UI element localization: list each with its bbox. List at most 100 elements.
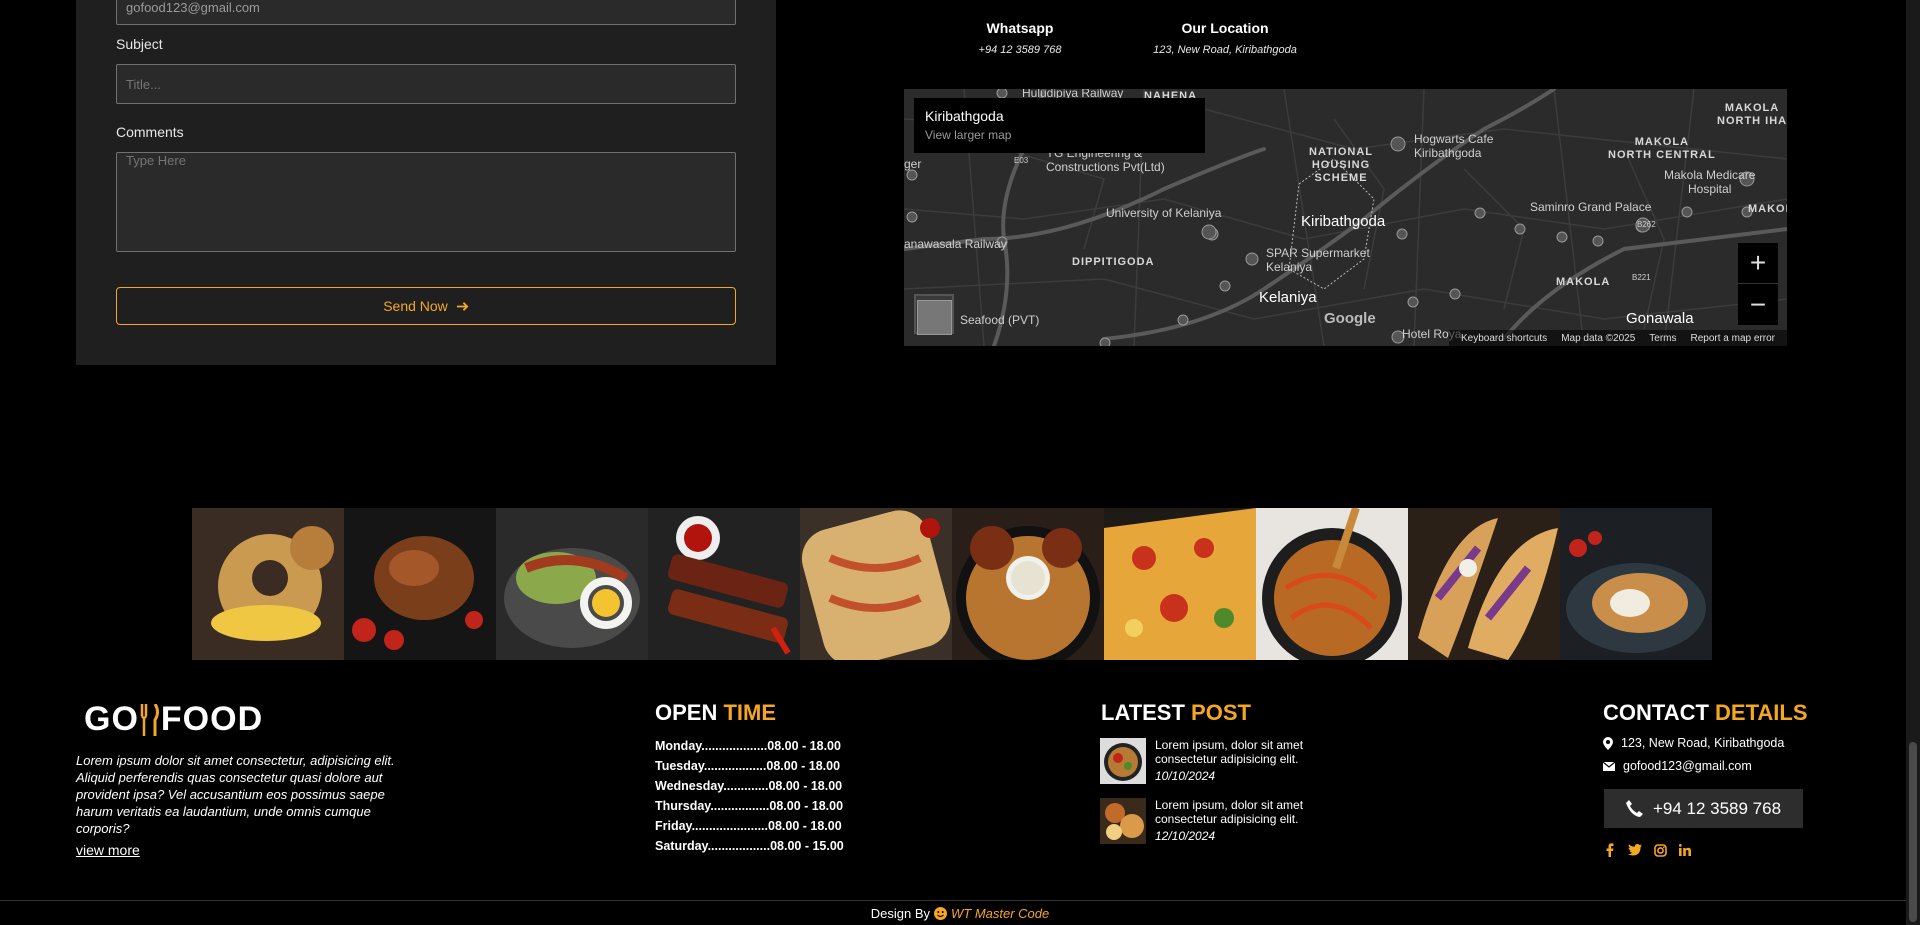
open-time-word1: OPEN [655,700,718,725]
map-label-kiribathgoda: Kiribathgoda [1301,213,1386,230]
embedded-map[interactable]: Huludipiya Railway NAHENA YG Engineering… [904,89,1787,346]
gallery-image-noodles[interactable] [1256,508,1408,660]
contact-form-panel: Subject Comments Send Now [76,0,776,365]
latest-post-heading: LATEST POST [1101,700,1251,726]
pegman-icon [917,300,952,335]
linkedin-icon[interactable] [1678,843,1692,857]
gallery-image-stuffed-chicken[interactable] [1560,508,1712,660]
latest-post-item[interactable]: Lorem ipsum, dolor sit amet consectetur … [1100,738,1325,784]
contact-address: 123, New Road, Kiribathgoda [1603,736,1784,750]
map-label-makola: MAKOLA [1556,276,1611,288]
zoom-out-button[interactable]: − [1738,284,1778,325]
gallery-image-chicken[interactable] [344,508,496,660]
gallery-image-stromboli[interactable] [800,508,952,660]
map-place-name: Kiribathgoda [925,108,1004,124]
latest-post-word1: LATEST [1101,700,1185,725]
subject-label: Subject [116,36,163,52]
open-time-word2: TIME [723,700,777,725]
facebook-icon[interactable] [1603,843,1617,857]
instagram-icon[interactable] [1653,843,1667,857]
comments-label: Comments [116,124,184,140]
phone-button[interactable]: +94 12 3589 768 [1604,789,1803,828]
gallery-image-pizza[interactable] [1104,508,1256,660]
gallery-image-bagel[interactable] [192,508,344,660]
contact-email[interactable]: gofood123@gmail.com [1603,759,1752,773]
whatsapp-icon [1011,0,1029,2]
send-now-button[interactable]: Send Now [116,287,736,325]
keyboard-shortcuts-link[interactable]: Keyboard shortcuts [1461,333,1547,344]
subject-input[interactable] [116,64,736,104]
envelope-icon [1603,761,1615,771]
twitter-icon[interactable] [1628,843,1642,857]
hours-friday: Friday......................08.00 - 18.0… [655,819,842,833]
view-more-link[interactable]: view more [76,842,140,858]
map-label-saminro: Saminro Grand Palace [1530,200,1652,214]
map-label-dippitigoda: DIPPITIGODA [1072,256,1155,268]
map-label-university: University of Kelaniya [1106,206,1222,220]
send-now-label: Send Now [383,298,448,314]
fork-knife-icon [140,703,159,736]
design-by-text: Design By [870,905,930,921]
post-date: 10/10/2024 [1155,769,1216,783]
whatsapp-number: +94 12 3589 768 [978,44,1062,56]
post-thumbnail [1100,798,1146,844]
gallery-image-tacos[interactable] [1408,508,1560,660]
phone-icon [1625,800,1643,817]
arrow-right-icon [456,301,469,311]
location-pin-icon [1216,0,1234,2]
opening-hours-list: Monday...................08.00 - 18.00 T… [655,736,844,856]
location-address: 123, New Road, Kiribathgoda [1153,44,1297,56]
gofood-logo[interactable]: GO FOOD [84,700,263,739]
contact-address-text: 123, New Road, Kiribathgoda [1621,736,1785,750]
social-links [1603,843,1692,857]
gallery-image-avocado-toast[interactable] [496,508,648,660]
map-label-railway: anawasala Railway [904,237,1007,251]
map-label-makola-central: MAKOLA NORTH CENTRAL [1608,136,1716,161]
designer-brand-link[interactable]: WT Master Code [951,906,1049,921]
map-label-hogwarts: Hogwarts Cafe Kiribathgoda [1414,132,1494,160]
terms-link[interactable]: Terms [1649,333,1676,344]
contact-details-word1: CONTACT [1603,700,1709,725]
contact-details-word2: DETAILS [1715,700,1808,725]
map-place-card: Kiribathgoda View larger map [914,98,1205,153]
gallery-image-biryani[interactable] [952,508,1104,660]
scrollbar-thumb[interactable] [1909,742,1917,922]
contact-email-text: gofood123@gmail.com [1623,759,1752,773]
smiley-icon [934,906,947,920]
map-label-national-housing: NATIONAL HOUSING SCHEME [1309,146,1374,184]
google-logo: Google [1324,310,1376,327]
latest-post-item[interactable]: Lorem ipsum, dolor sit amet consectetur … [1100,798,1325,844]
open-time-heading: OPEN TIME [655,700,776,726]
map-data-text: Map data ©2025 [1561,332,1636,344]
food-gallery [192,508,1712,660]
map-label-makol: MAKOL [1748,203,1787,215]
map-label-kelaniya: Kelaniya [1259,289,1317,306]
hours-monday: Monday...................08.00 - 18.00 [655,739,841,753]
comments-textarea[interactable] [116,152,736,252]
post-title: Lorem ipsum, dolor sit amet consectetur … [1155,738,1304,766]
view-larger-map-link[interactable]: View larger map [925,128,1194,142]
map-footer: Keyboard shortcuts Map data ©2025 Terms … [1449,330,1787,346]
page-scrollbar[interactable] [1906,0,1920,925]
map-zoom-controls: + − [1738,243,1778,325]
zoom-in-button[interactable]: + [1738,243,1778,284]
logo-text-food: FOOD [160,700,264,738]
contact-details-heading: CONTACT DETAILS [1603,700,1808,726]
map-label-seafood: Seafood (PVT) [960,313,1040,327]
map-label-b262: B262 [1637,220,1656,229]
map-marker-icon [1603,736,1613,750]
post-thumbnail [1100,738,1146,784]
gallery-image-ribs[interactable] [648,508,800,660]
map-label-ger: ger [904,157,922,171]
about-text: Lorem ipsum dolor sit amet consectetur, … [76,753,395,836]
post-title: Lorem ipsum, dolor sit amet consectetur … [1155,798,1304,826]
map-label-spar: SPAR Supermarket Kelaniya [1266,246,1370,274]
hours-wednesday: Wednesday.............08.00 - 18.00 [655,779,843,793]
hours-tuesday: Tuesday..................08.00 - 18.00 [655,759,841,773]
post-date: 12/10/2024 [1155,829,1216,843]
map-label-b221: B221 [1632,273,1651,282]
report-map-error-link[interactable]: Report a map error [1691,333,1775,344]
whatsapp-title: Whatsapp [986,20,1054,36]
whatsapp-info: Whatsapp +94 12 3589 768 [940,0,1100,56]
email-field[interactable] [116,0,736,25]
